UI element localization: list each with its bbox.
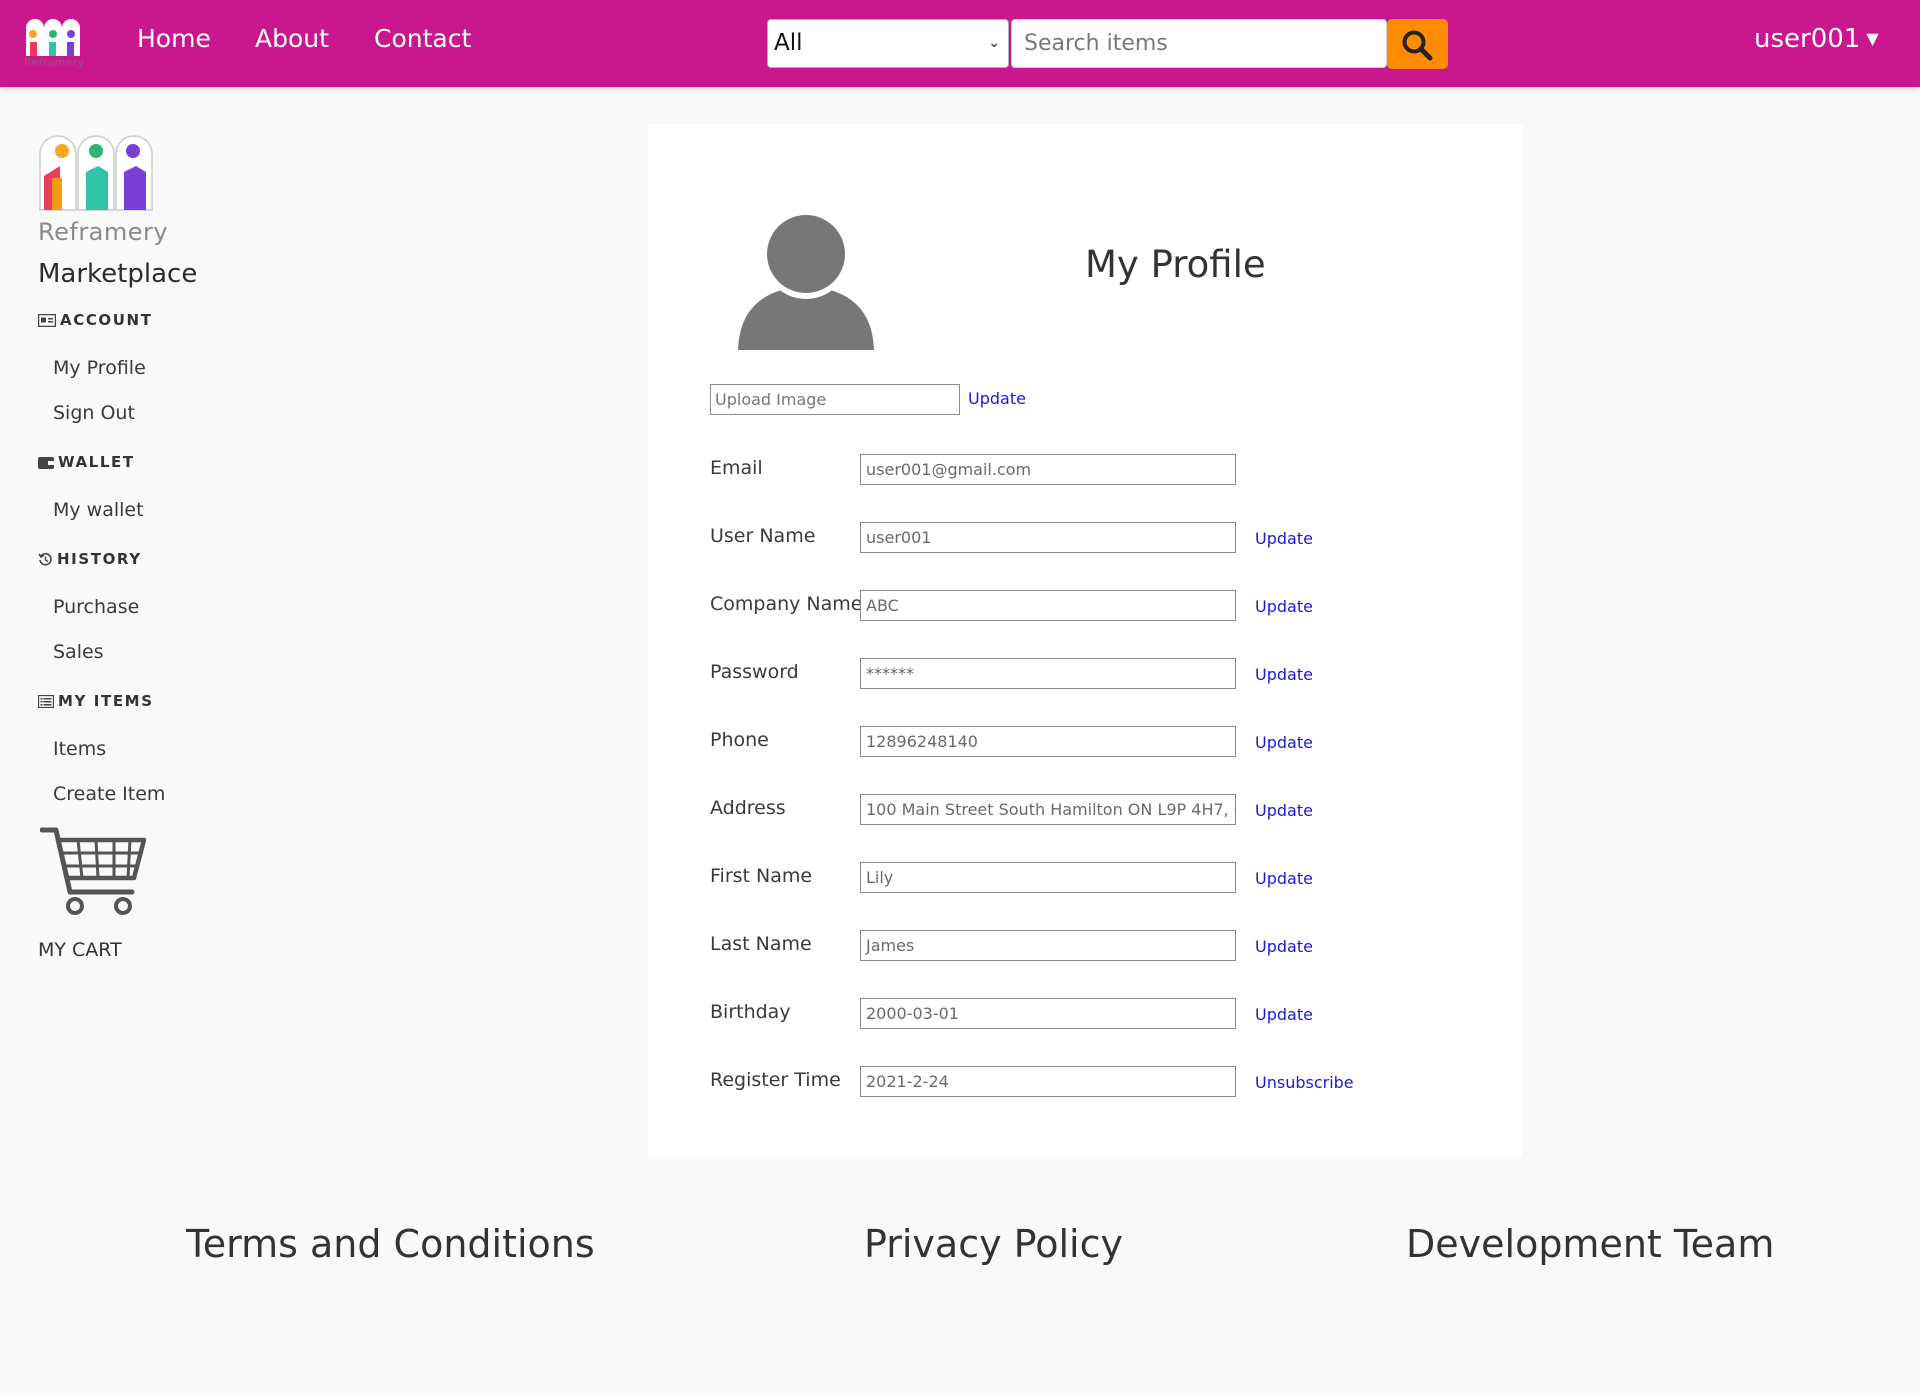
sidebar-item-items[interactable]: Items: [53, 738, 106, 760]
category-select[interactable]: All ⌄: [767, 19, 1009, 68]
brand-logo-text: Reframery: [24, 56, 85, 69]
my-cart-link[interactable]: MY CART: [38, 939, 122, 961]
company-name-input[interactable]: ABC: [860, 590, 1236, 621]
nav-home-link[interactable]: Home: [137, 24, 211, 53]
user-name-input[interactable]: user001: [860, 522, 1236, 553]
page-title: My Profile: [1085, 243, 1266, 286]
password-input[interactable]: ******: [860, 658, 1236, 689]
upload-image-input[interactable]: Upload Image: [710, 384, 960, 415]
last-name-input[interactable]: James: [860, 930, 1236, 961]
shopping-cart-icon[interactable]: [40, 826, 146, 918]
search-placeholder: Search items: [1024, 31, 1168, 56]
sidebar-item-create-item[interactable]: Create Item: [53, 783, 165, 805]
section-account-heading: ACCOUNT: [38, 311, 153, 329]
wallet-icon: [38, 457, 54, 469]
history-icon: [38, 552, 52, 566]
section-history-heading: HISTORY: [38, 550, 142, 568]
phone-update-link[interactable]: Update: [1255, 733, 1313, 752]
caret-down-icon: ▼: [1866, 29, 1879, 48]
section-my-items-label: MY ITEMS: [58, 692, 154, 710]
section-account-label: ACCOUNT: [60, 311, 153, 329]
phone-input[interactable]: 12896248140: [860, 726, 1236, 757]
id-card-icon: [38, 314, 56, 327]
profile-card: My Profile Upload Image Update Email user…: [648, 124, 1523, 1158]
birthday-input[interactable]: 2000-03-01: [860, 998, 1236, 1029]
email-input[interactable]: user001@gmail.com: [860, 454, 1236, 485]
first-name-update-link[interactable]: Update: [1255, 869, 1313, 888]
upload-image-placeholder: Upload Image: [715, 390, 827, 409]
last-name-update-link[interactable]: Update: [1255, 937, 1313, 956]
sidebar-brand-logo-icon: [39, 135, 153, 211]
user-menu-label: user001: [1754, 24, 1861, 54]
birthday-update-link[interactable]: Update: [1255, 1005, 1313, 1024]
user-menu-dropdown[interactable]: user001 ▼: [1754, 24, 1879, 54]
category-select-value: All: [774, 30, 803, 56]
search-button[interactable]: [1387, 19, 1448, 69]
footer-terms-link[interactable]: Terms and Conditions: [186, 1222, 595, 1266]
sidebar-item-purchase[interactable]: Purchase: [53, 596, 139, 618]
phone-label: Phone: [710, 729, 769, 751]
footer-dev-team-link[interactable]: Development Team: [1406, 1222, 1774, 1266]
sidebar-title: Marketplace: [38, 259, 198, 289]
company-name-label: Company Name: [710, 593, 863, 615]
user-name-update-link[interactable]: Update: [1255, 529, 1313, 548]
section-my-items-heading: MY ITEMS: [38, 692, 154, 710]
nav-contact-link[interactable]: Contact: [374, 24, 471, 53]
register-time-label: Register Time: [710, 1069, 841, 1091]
sidebar-item-my-profile[interactable]: My Profile: [53, 357, 146, 379]
address-label: Address: [710, 797, 786, 819]
section-history-label: HISTORY: [57, 550, 142, 568]
avatar-placeholder-icon: [738, 214, 874, 350]
first-name-label: First Name: [710, 865, 813, 887]
email-label: Email: [710, 457, 763, 479]
nav-about-link[interactable]: About: [255, 24, 329, 53]
top-navbar: Reframery Home About Contact All ⌄ Searc…: [0, 0, 1920, 87]
search-input[interactable]: Search items: [1011, 19, 1387, 68]
register-time-unsubscribe-link[interactable]: Unsubscribe: [1255, 1073, 1354, 1092]
chevron-down-icon: ⌄: [988, 35, 1000, 51]
address-input[interactable]: 100 Main Street South Hamilton ON L9P 4H…: [860, 794, 1236, 825]
sidebar-item-my-wallet[interactable]: My wallet: [53, 499, 144, 521]
sidebar-item-sign-out[interactable]: Sign Out: [53, 402, 135, 424]
section-wallet-heading: WALLET: [38, 453, 135, 471]
upload-image-update-link[interactable]: Update: [968, 389, 1026, 408]
birthday-label: Birthday: [710, 1001, 791, 1023]
address-update-link[interactable]: Update: [1255, 801, 1313, 820]
search-icon: [1402, 30, 1433, 61]
list-icon: [38, 695, 54, 708]
sidebar-item-sales[interactable]: Sales: [53, 641, 104, 663]
first-name-input[interactable]: Lily: [860, 862, 1236, 893]
password-update-link[interactable]: Update: [1255, 665, 1313, 684]
register-time-input[interactable]: 2021-2-24: [860, 1066, 1236, 1097]
section-wallet-label: WALLET: [58, 453, 135, 471]
user-name-label: User Name: [710, 525, 816, 547]
last-name-label: Last Name: [710, 933, 812, 955]
company-name-update-link[interactable]: Update: [1255, 597, 1313, 616]
sidebar-brand-text: Reframery: [38, 218, 169, 246]
password-label: Password: [710, 661, 799, 683]
footer-privacy-link[interactable]: Privacy Policy: [864, 1222, 1123, 1266]
